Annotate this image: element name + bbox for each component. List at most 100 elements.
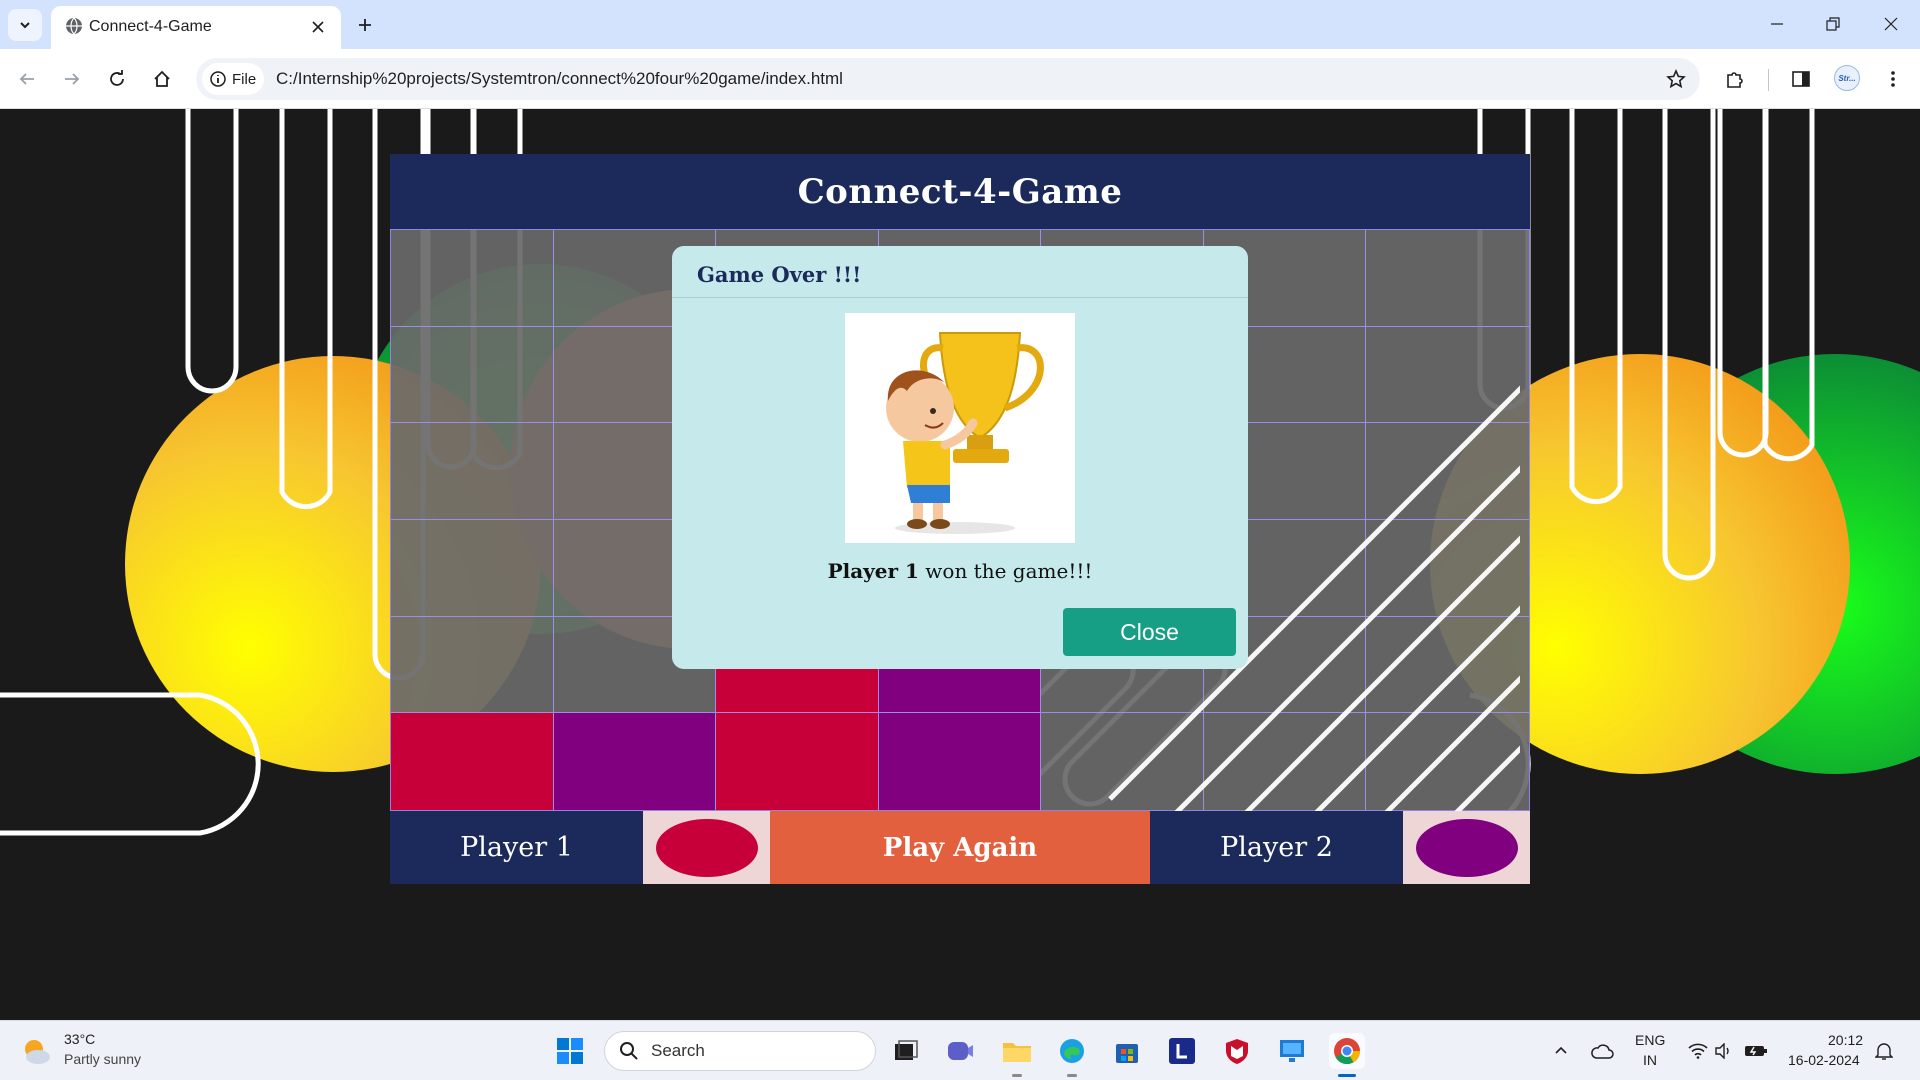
plus-icon [359, 19, 371, 31]
taskview-button[interactable] [888, 1033, 924, 1069]
wifi-icon [1688, 1043, 1708, 1059]
player1-disc [655, 818, 758, 877]
monitor-icon [1280, 1040, 1304, 1062]
close-icon [312, 21, 324, 33]
trophy-boy-illustration [886, 332, 1044, 534]
tab-strip: Connect-4-Game [0, 0, 1920, 49]
file-explorer-app[interactable] [999, 1033, 1035, 1069]
notifications-button[interactable] [1866, 1033, 1902, 1069]
board-cell[interactable] [1204, 713, 1367, 810]
modal-header: Game Over !!! [672, 246, 1248, 298]
extensions-button[interactable] [1718, 62, 1752, 96]
board-cell[interactable] [391, 326, 554, 424]
board-cell[interactable] [391, 423, 554, 520]
profile-avatar[interactable]: Str... [1834, 65, 1860, 91]
star-icon [1666, 69, 1686, 89]
site-info-chip[interactable]: File [202, 63, 264, 95]
forward-button[interactable] [55, 62, 89, 96]
volume-button[interactable] [1708, 1033, 1738, 1069]
task-view-icon [895, 1040, 918, 1060]
meet-app[interactable] [942, 1033, 978, 1069]
board-cell[interactable] [391, 519, 554, 617]
site-chip-label: File [232, 70, 257, 88]
store-app[interactable] [1109, 1033, 1145, 1069]
browser-toolbar: File C:/Internship%20projects/Systemtron… [0, 49, 1920, 109]
board-cell[interactable] [1366, 327, 1529, 424]
region-code[interactable]: IN [1643, 1052, 1657, 1068]
play-again-button[interactable]: Play Again [770, 811, 1150, 884]
weather-description[interactable]: Partly sunny [64, 1051, 141, 1067]
partly-sunny-icon[interactable] [20, 1035, 52, 1067]
windows-logo-icon [557, 1038, 583, 1064]
board-cell-red[interactable] [391, 713, 554, 810]
folder-icon [1003, 1043, 1031, 1062]
more-vertical-icon [1891, 71, 1895, 87]
reload-button[interactable] [100, 62, 134, 96]
chrome-icon [1334, 1038, 1361, 1065]
speaker-icon [1715, 1043, 1729, 1059]
game-header: Connect-4-Game [390, 154, 1530, 229]
player2-label: Player 2 [1150, 811, 1403, 884]
puzzle-icon [1727, 72, 1743, 88]
l-app[interactable] [1164, 1033, 1200, 1069]
board-cell-red[interactable] [716, 713, 879, 810]
side-panel-button[interactable] [1784, 62, 1818, 96]
close-icon [1884, 17, 1898, 31]
board-cell[interactable] [1366, 423, 1529, 520]
edge-app[interactable] [1054, 1033, 1090, 1069]
bell-icon [1875, 1043, 1893, 1060]
tab-title: Connect-4-Game [89, 18, 212, 35]
home-button[interactable] [145, 62, 179, 96]
new-tab-button[interactable] [352, 12, 378, 38]
arrow-left-icon [19, 73, 34, 85]
browser-tab[interactable]: Connect-4-Game [51, 6, 341, 49]
board-cell[interactable] [1366, 520, 1529, 617]
board-cell-purple[interactable] [553, 713, 717, 810]
winner-message: Player 1 won the game!!! [672, 559, 1248, 583]
board-cell-purple[interactable] [878, 713, 1042, 810]
winner-message-rest: won the game!!! [918, 559, 1093, 583]
board-cell[interactable] [391, 230, 554, 327]
menu-button[interactable] [1876, 62, 1910, 96]
board-cell[interactable] [1041, 713, 1204, 810]
explorer-running-indicator [1012, 1074, 1022, 1077]
mcafee-shield-icon [1226, 1039, 1248, 1064]
onedrive-button[interactable] [1584, 1033, 1620, 1069]
tab-close-button[interactable] [307, 16, 329, 38]
tray-overflow-button[interactable] [1543, 1033, 1579, 1069]
restore-button[interactable] [1810, 6, 1856, 42]
board-cell[interactable] [1366, 230, 1529, 327]
minimize-button[interactable] [1754, 6, 1800, 42]
minimize-icon [1771, 23, 1783, 25]
modal-title: Game Over !!! [697, 262, 862, 287]
cloud-icon [1591, 1044, 1614, 1059]
battery-button[interactable] [1738, 1033, 1774, 1069]
remote-desktop-app[interactable] [1274, 1033, 1310, 1069]
chrome-app[interactable] [1329, 1033, 1365, 1069]
start-button[interactable] [552, 1033, 588, 1069]
back-button[interactable] [10, 62, 44, 96]
bookmark-button[interactable] [1662, 65, 1690, 93]
winner-name: Player 1 [827, 559, 919, 583]
arrow-right-icon [65, 73, 80, 85]
info-icon [210, 71, 226, 87]
clock-date[interactable]: 16-02-2024 [1788, 1052, 1860, 1068]
trophy-image [845, 313, 1075, 543]
tab-search-button[interactable] [8, 9, 42, 41]
board-cell[interactable] [1366, 617, 1529, 714]
url-text[interactable]: C:/Internship%20projects/Systemtron/conn… [276, 69, 843, 89]
mcafee-app[interactable] [1219, 1033, 1255, 1069]
weather-temperature[interactable]: 33°C [64, 1031, 95, 1047]
address-bar[interactable]: File C:/Internship%20projects/Systemtron… [196, 58, 1700, 100]
window-close-button[interactable] [1868, 6, 1914, 42]
clock-time[interactable]: 20:12 [1828, 1032, 1863, 1048]
board-cell[interactable] [391, 616, 554, 714]
store-icon [1116, 1044, 1138, 1063]
home-icon [154, 70, 170, 87]
taskbar-search[interactable]: Search [604, 1031, 876, 1071]
board-cell[interactable] [1366, 713, 1529, 810]
player1-swatch [643, 811, 770, 884]
language-code[interactable]: ENG [1635, 1032, 1665, 1048]
close-button[interactable]: Close [1063, 608, 1236, 656]
chevron-down-icon [20, 22, 30, 29]
